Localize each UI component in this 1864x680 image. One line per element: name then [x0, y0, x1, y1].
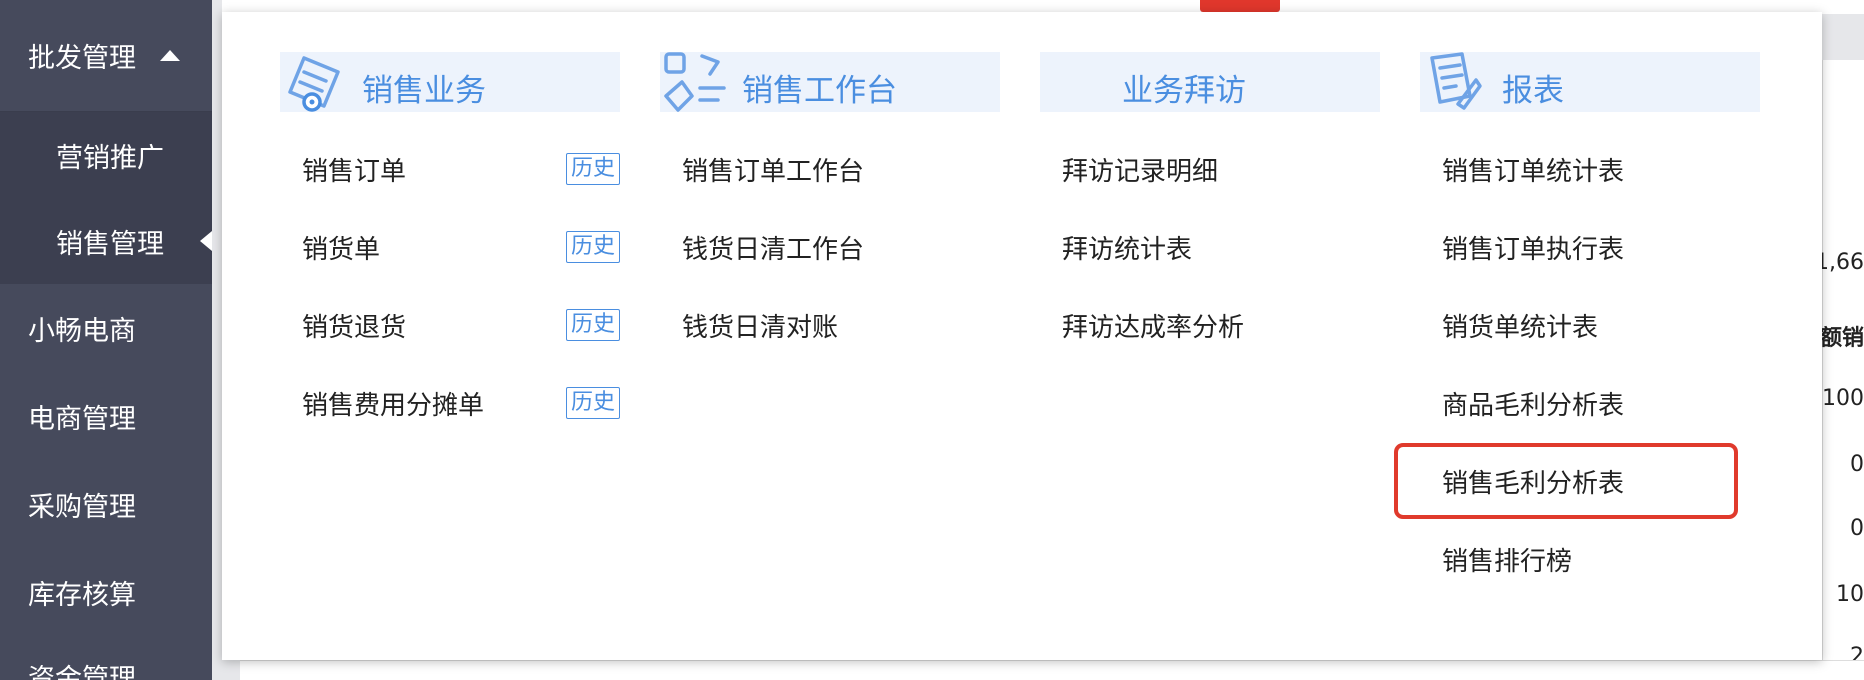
sidebar-item-label: 资金管理	[28, 664, 136, 680]
report-icon	[1430, 52, 1482, 110]
sidebar-item-purchase-management[interactable]: 采购管理	[0, 460, 212, 548]
sidebar-sub-item-label: 营销推广	[56, 142, 164, 174]
column-header: 销售业务	[280, 52, 620, 112]
menu-item-list: 销售订单工作台 钱货日清工作台 钱货日清对账	[660, 130, 1000, 364]
menu-item-label: 销售毛利分析表	[1442, 468, 1625, 499]
sidebar: 批发管理 营销推广 销售管理 小畅电商 电商管理 采购管理 库存核算 资金管理	[0, 0, 212, 680]
table-cell: 0	[1850, 452, 1864, 477]
menu-item-label: 拜访记录明细	[1062, 156, 1219, 187]
menu-item-label: 销货单	[302, 234, 381, 265]
history-tag[interactable]: 历史	[565, 231, 620, 263]
table-header-cell: 额销	[1819, 326, 1864, 351]
sidebar-item-label: 电商管理	[28, 403, 136, 435]
menu-item-label: 销货退货	[302, 312, 407, 343]
menu-item-label: 商品毛利分析表	[1442, 390, 1625, 421]
menu-item-label: 拜访达成率分析	[1062, 312, 1245, 343]
sidebar-item-label: 库存核算	[28, 579, 136, 611]
menu-item-sales-order-execution[interactable]: 销售订单执行表	[1420, 208, 1760, 286]
menu-item-label: 销售订单执行表	[1442, 234, 1625, 265]
menu-column-sales-business: 销售业务 销售订单 历史 销货单 历史 销货退货 历史 销售费用分摊单 历史	[280, 52, 620, 442]
sidebar-item-fund-management[interactable]: 资金管理	[0, 636, 212, 680]
sidebar-group-wholesale[interactable]: 批发管理	[0, 0, 212, 112]
menu-item-label: 销售费用分摊单	[302, 390, 485, 421]
menu-item-sales-return[interactable]: 销货退货 历史	[280, 286, 620, 364]
history-tag[interactable]: 历史	[565, 387, 620, 419]
menu-item-label: 钱货日清工作台	[682, 234, 865, 265]
menu-item-label: 销货单统计表	[1442, 312, 1599, 343]
menu-item-daily-cash-workbench[interactable]: 钱货日清工作台	[660, 208, 1000, 286]
menu-item-label: 销售订单	[302, 156, 407, 187]
menu-item-product-gross-profit-analysis[interactable]: 商品毛利分析表	[1420, 364, 1760, 442]
menu-column-business-visit: 业务拜访 拜访记录明细 拜访统计表 拜访达成率分析	[1040, 52, 1380, 364]
background-action-button[interactable]	[1200, 0, 1280, 12]
menu-item-sales-delivery[interactable]: 销货单 历史	[280, 208, 620, 286]
sidebar-item-inventory-accounting[interactable]: 库存核算	[0, 548, 212, 636]
sidebar-sub-item-marketing[interactable]: 营销推广	[0, 112, 212, 198]
table-cell: 10	[1836, 582, 1864, 607]
menu-item-sales-order-workbench[interactable]: 销售订单工作台	[660, 130, 1000, 208]
menu-item-sales-gross-profit-analysis[interactable]: 销售毛利分析表	[1394, 442, 1760, 520]
sidebar-item-ecommerce-management[interactable]: 电商管理	[0, 372, 212, 460]
sidebar-sub-item-sales-management[interactable]: 销售管理	[0, 198, 212, 284]
menu-column-sales-workbench: 销售工作台 销售订单工作台 钱货日清工作台 钱货日清对账	[660, 52, 1000, 364]
menu-item-label: 销售订单统计表	[1442, 156, 1625, 187]
sidebar-item-ecommerce-xiaochang[interactable]: 小畅电商	[0, 284, 212, 372]
background-table-row	[240, 660, 1864, 680]
menu-item-visit-achievement-analysis[interactable]: 拜访达成率分析	[1040, 286, 1380, 364]
sidebar-item-label: 小畅电商	[28, 315, 136, 347]
menu-item-sales-order-statistics[interactable]: 销售订单统计表	[1420, 130, 1760, 208]
menu-item-visit-statistics[interactable]: 拜访统计表	[1040, 208, 1380, 286]
menu-item-daily-cash-reconciliation[interactable]: 钱货日清对账	[660, 286, 1000, 364]
sidebar-sub-item-label: 销售管理	[56, 228, 164, 260]
menu-item-label: 销售排行榜	[1442, 546, 1573, 577]
menu-item-visit-record-detail[interactable]: 拜访记录明细	[1040, 130, 1380, 208]
workbench-icon	[664, 52, 726, 112]
caret-up-icon	[160, 50, 180, 61]
menu-item-list: 销售订单 历史 销货单 历史 销货退货 历史 销售费用分摊单 历史	[280, 130, 620, 442]
column-title: 报表	[1502, 73, 1564, 109]
menu-item-label: 销售订单工作台	[682, 156, 865, 187]
menu-item-sales-expense-allocation[interactable]: 销售费用分摊单 历史	[280, 364, 620, 442]
history-tag[interactable]: 历史	[565, 153, 620, 185]
background-table-edge: 1,66 额销 100 0 0 10 2	[1815, 60, 1864, 680]
table-cell: 0	[1850, 516, 1864, 541]
menu-item-list: 销售订单统计表 销售订单执行表 销货单统计表 商品毛利分析表 销售毛利分析表 销…	[1394, 130, 1760, 598]
column-title: 销售业务	[362, 73, 486, 109]
menu-item-delivery-statistics[interactable]: 销货单统计表	[1420, 286, 1760, 364]
menu-item-label: 拜访统计表	[1062, 234, 1193, 265]
menu-item-label: 钱货日清对账	[682, 312, 839, 343]
document-gear-icon	[288, 56, 340, 112]
menu-item-sales-ranking[interactable]: 销售排行榜	[1420, 520, 1760, 598]
menu-item-list: 拜访记录明细 拜访统计表 拜访达成率分析	[1040, 130, 1380, 364]
column-title: 业务拜访	[1122, 73, 1246, 109]
sidebar-item-label: 采购管理	[28, 491, 136, 523]
column-header: 报表	[1420, 52, 1760, 112]
table-cell: 100	[1822, 386, 1864, 411]
sidebar-group-label: 批发管理	[28, 43, 136, 74]
column-header: 销售工作台	[660, 52, 1000, 112]
sales-management-menu: 销售业务 销售订单 历史 销货单 历史 销货退货 历史 销售费用分摊单 历史 销…	[222, 12, 1822, 660]
menu-column-reports: 报表 销售订单统计表 销售订单执行表 销货单统计表 商品毛利分析表 销售毛利分析…	[1394, 52, 1760, 598]
table-cell: 1,66	[1815, 250, 1864, 275]
menu-item-sales-order[interactable]: 销售订单 历史	[280, 130, 620, 208]
history-tag[interactable]: 历史	[565, 309, 620, 341]
column-title: 销售工作台	[742, 73, 897, 109]
column-header: 业务拜访	[1040, 52, 1380, 112]
